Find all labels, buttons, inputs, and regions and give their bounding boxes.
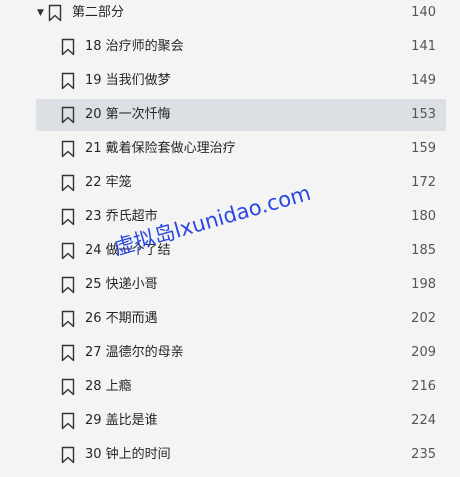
toc-item-page: 149 xyxy=(411,72,436,88)
toc-item-title: 21 戴着保险套做心理治疗 xyxy=(85,140,236,156)
toc-item[interactable]: 25 快递小哥 198 xyxy=(0,268,460,302)
bookmark-icon xyxy=(61,276,75,294)
bookmark-icon xyxy=(61,242,75,260)
toc-item[interactable]: 18 治疗师的聚会 141 xyxy=(0,30,460,64)
toc-item[interactable]: 20 第一次忏悔 153 xyxy=(0,98,460,132)
bookmark-icon xyxy=(61,310,75,328)
bookmark-icon xyxy=(61,38,75,56)
toc-item[interactable]: 30 钟上的时间 235 xyxy=(0,438,460,472)
toc-parent-item[interactable]: ▼ 第二部分 140 xyxy=(0,0,460,30)
toc-item[interactable]: 29 盖比是谁 224 xyxy=(0,404,460,438)
toc-item-title: 27 温德尔的母亲 xyxy=(85,344,184,360)
toc-item-page: 198 xyxy=(411,276,436,292)
bookmark-icon xyxy=(61,174,75,192)
toc-item[interactable]: 24 做一个了结 185 xyxy=(0,234,460,268)
toc-item[interactable]: 28 上瘾 216 xyxy=(0,370,460,404)
toc-item-page: 141 xyxy=(411,38,436,54)
toc-item-title: 28 上瘾 xyxy=(85,378,132,394)
bookmark-icon xyxy=(61,140,75,158)
toc-item[interactable]: 21 戴着保险套做心理治疗 159 xyxy=(0,132,460,166)
toc-item-page: 224 xyxy=(411,412,436,428)
bookmark-icon xyxy=(61,344,75,362)
toc-item-page: 209 xyxy=(411,344,436,360)
toc-item[interactable]: 22 牢笼 172 xyxy=(0,166,460,200)
toc-item-title: 29 盖比是谁 xyxy=(85,412,158,428)
toc-item-title: 25 快递小哥 xyxy=(85,276,158,292)
toc-item-title: 26 不期而遇 xyxy=(85,310,158,326)
toc-item-page: 180 xyxy=(411,208,436,224)
toc-item-title: 20 第一次忏悔 xyxy=(85,106,171,122)
caret-down-icon[interactable]: ▼ xyxy=(37,5,44,21)
toc-item[interactable]: 26 不期而遇 202 xyxy=(0,302,460,336)
bookmark-icon xyxy=(61,72,75,90)
table-of-contents: ▼ 第二部分 140 18 治疗师的聚会 141 19 当我们做梦 149 20 第一次… xyxy=(0,0,460,477)
toc-item-title: 18 治疗师的聚会 xyxy=(85,38,184,54)
bookmark-icon xyxy=(61,412,75,430)
bookmark-icon xyxy=(61,208,75,226)
toc-item-page: 202 xyxy=(411,310,436,326)
toc-item-title: 30 钟上的时间 xyxy=(85,446,171,462)
bookmark-icon xyxy=(61,378,75,396)
toc-item-title: 22 牢笼 xyxy=(85,174,132,190)
bookmark-icon xyxy=(61,446,75,464)
bookmark-icon xyxy=(48,4,62,22)
toc-item-page: 159 xyxy=(411,140,436,156)
toc-item-page: 153 xyxy=(411,106,436,122)
toc-parent-page: 140 xyxy=(411,5,436,20)
bookmark-icon xyxy=(61,106,75,124)
toc-item-page: 185 xyxy=(411,242,436,258)
toc-item-page: 216 xyxy=(411,378,436,394)
toc-parent-title: 第二部分 xyxy=(72,5,125,20)
toc-item[interactable]: 19 当我们做梦 149 xyxy=(0,64,460,98)
toc-item-title: 19 当我们做梦 xyxy=(85,72,171,88)
toc-item-page: 235 xyxy=(411,446,436,462)
toc-item-page: 172 xyxy=(411,174,436,190)
toc-item[interactable]: 27 温德尔的母亲 209 xyxy=(0,336,460,370)
